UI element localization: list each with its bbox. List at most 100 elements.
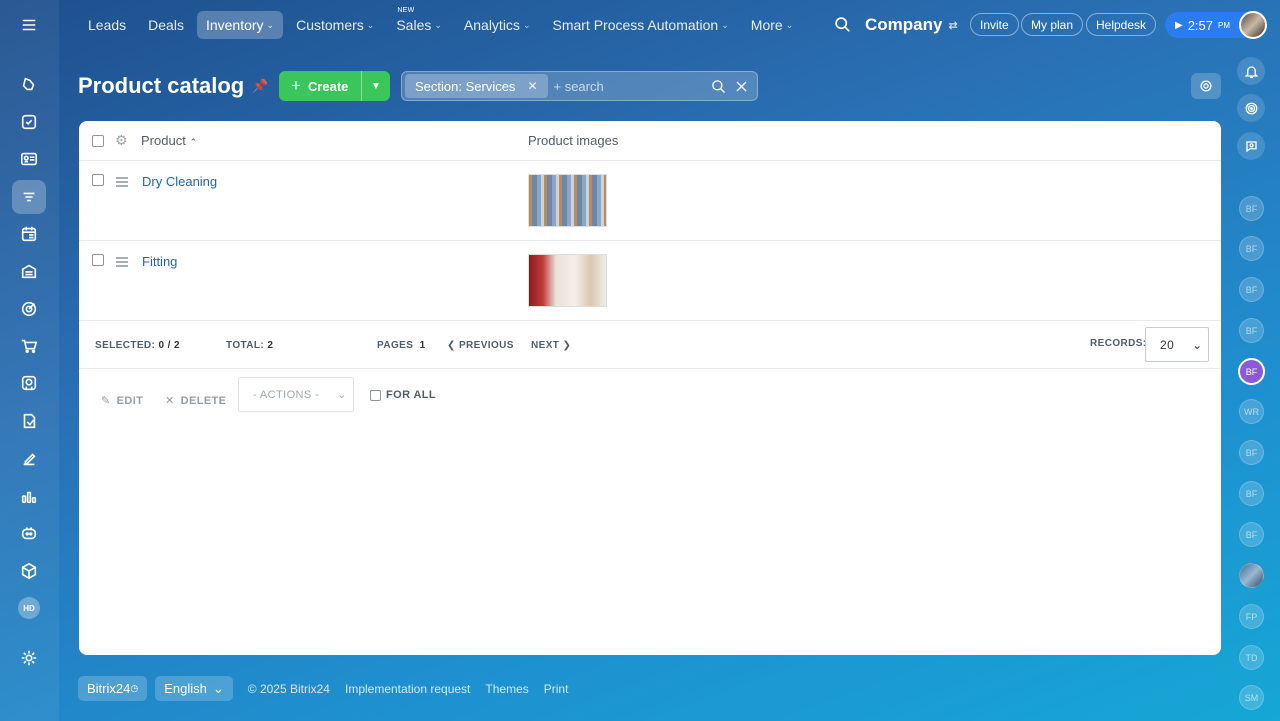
my-plan-button[interactable]: My plan [1021, 13, 1084, 36]
select-all-checkbox[interactable] [92, 135, 104, 147]
product-name-link[interactable]: Fitting [142, 254, 177, 269]
contact-avatar[interactable] [1239, 563, 1264, 588]
contact-avatar[interactable]: SM [1239, 685, 1264, 710]
actions-select[interactable]: - ACTIONS - ⌄ [238, 377, 354, 412]
tasks-icon[interactable] [12, 105, 46, 139]
box-icon[interactable] [12, 554, 46, 588]
product-grid: ⚙ Product ⌃ Product images Dry Cleaning … [79, 121, 1221, 655]
chevron-down-icon: ⌄ [522, 19, 531, 30]
current-page[interactable]: 1 [420, 340, 426, 351]
user-avatar[interactable] [1239, 11, 1267, 39]
notifications-icon[interactable] [1237, 57, 1265, 85]
chevron-down-icon: ⌄ [1192, 337, 1203, 352]
contact-avatar[interactable]: TD [1239, 645, 1264, 670]
search-icon[interactable] [834, 16, 851, 38]
documents-icon[interactable] [12, 404, 46, 438]
copilot-icon[interactable] [12, 516, 46, 550]
filter-clear-icon[interactable] [734, 79, 749, 94]
nav-item-leads[interactable]: Leads [79, 11, 135, 39]
column-settings-gear-icon[interactable]: ⚙ [115, 132, 128, 149]
themes-link[interactable]: Themes [485, 682, 528, 696]
cart-icon[interactable] [12, 329, 46, 363]
print-link[interactable]: Print [544, 682, 569, 696]
target-icon[interactable] [12, 292, 46, 326]
company-label: Company [865, 15, 943, 34]
nav-item-sales[interactable]: NEW Sales ⌄ [387, 7, 451, 39]
language-select[interactable]: English ⌄ [155, 676, 233, 701]
row-checkbox[interactable] [92, 174, 104, 186]
pin-icon[interactable]: 📌 [252, 78, 268, 94]
nav-item-customers[interactable]: Customers ⌄ [287, 11, 383, 39]
product-name-link[interactable]: Dry Cleaning [142, 174, 217, 189]
helpdesk-button[interactable]: Helpdesk [1086, 13, 1157, 36]
nav-item-deals[interactable]: Deals [139, 11, 193, 39]
page-title-text: Product catalog [78, 73, 245, 98]
inventory-icon[interactable] [12, 180, 46, 214]
next-link[interactable]: NEXT ❯ [531, 340, 571, 351]
company-name[interactable]: Company ⇄ [865, 15, 958, 35]
chevron-down-icon: ⌄ [434, 19, 442, 30]
product-image-thumbnail[interactable] [528, 254, 607, 307]
edit-button[interactable]: ✎ EDIT [101, 394, 143, 408]
contact-avatar[interactable]: BF [1239, 196, 1264, 221]
nav-item-smart-process-automation[interactable]: Smart Process Automation ⌄ [543, 11, 737, 39]
table-row[interactable]: Fitting [79, 241, 1221, 321]
bitrix24-brand-button[interactable]: Bitrix24 ◷ [78, 676, 148, 701]
create-main[interactable]: + Create [279, 76, 361, 96]
chevron-left-icon: ❮ [447, 340, 456, 351]
implementation-request-link[interactable]: Implementation request [345, 682, 470, 696]
invite-button[interactable]: Invite [970, 13, 1019, 36]
contact-avatar[interactable]: BF [1239, 236, 1264, 261]
actions-select-label: - ACTIONS - [253, 388, 320, 401]
clock-icon: ◷ [130, 683, 139, 693]
settings-icon[interactable] [12, 641, 46, 675]
create-dropdown-chevron-icon[interactable]: ▼ [361, 71, 390, 101]
chip-close-icon[interactable]: ✕ [527, 79, 537, 93]
nav-item-more[interactable]: More ⌄ [742, 11, 802, 39]
table-row[interactable]: Dry Cleaning [79, 161, 1221, 241]
drag-handle-icon[interactable] [116, 257, 128, 269]
group-actions: ✎ EDIT ✕ DELETE - ACTIONS - ⌄ FOR ALL [79, 377, 1221, 427]
contact-avatar[interactable]: WR [1239, 399, 1264, 424]
contact-avatar[interactable]: BF [1239, 522, 1264, 547]
contact-center-icon[interactable] [12, 366, 46, 400]
filter-search-box[interactable]: Section: Services ✕ + search [401, 71, 758, 101]
nav-item-inventory[interactable]: Inventory ⌄ [196, 11, 284, 39]
sign-icon[interactable] [12, 442, 46, 476]
store-icon[interactable] [12, 254, 46, 288]
for-all-toggle[interactable]: FOR ALL [370, 389, 436, 401]
search-input[interactable]: + search [554, 79, 712, 94]
nav-item-analytics[interactable]: Analytics ⌄ [455, 11, 540, 39]
analytics-icon[interactable] [12, 479, 46, 513]
calendar-icon[interactable] [12, 217, 46, 251]
grid-settings-gear-icon[interactable] [1191, 73, 1221, 99]
menu-icon[interactable] [12, 8, 46, 42]
column-images[interactable]: Product images [528, 133, 618, 148]
contact-avatar[interactable]: BF [1238, 358, 1265, 385]
previous-link[interactable]: ❮ PREVIOUS [447, 340, 514, 351]
chat-search-icon[interactable] [1237, 132, 1265, 160]
crm-icon[interactable] [12, 142, 46, 176]
page-footer: Bitrix24 ◷ English ⌄ © 2025 Bitrix24 Impl… [78, 676, 568, 701]
contact-avatar[interactable]: FP [1239, 604, 1264, 629]
contact-avatar[interactable]: BF [1239, 481, 1264, 506]
product-image-thumbnail[interactable] [528, 174, 607, 227]
contact-avatar[interactable]: BF [1239, 318, 1264, 343]
create-button[interactable]: + Create ▼ [279, 71, 390, 101]
contact-avatar[interactable]: BF [1239, 277, 1264, 302]
total-label: TOTAL: [226, 340, 265, 351]
contact-avatar[interactable]: BF [1239, 440, 1264, 465]
column-product[interactable]: Product ⌃ [141, 133, 197, 148]
for-all-checkbox[interactable] [370, 389, 381, 401]
feed-icon[interactable] [12, 67, 46, 101]
drag-handle-icon[interactable] [116, 177, 128, 189]
nav-label: Smart Process Automation [552, 17, 719, 33]
filter-chip[interactable]: Section: Services ✕ [405, 74, 548, 98]
filter-search-icon[interactable] [711, 79, 726, 94]
spiral-icon[interactable] [1237, 94, 1265, 122]
delete-button[interactable]: ✕ DELETE [165, 394, 226, 408]
top-navigation: Leads Deals Inventory ⌄ Customers ⌄ NEW Sales ⌄ A… [79, 7, 802, 39]
records-per-page-select[interactable]: 20 ⌄ [1145, 327, 1209, 362]
hd-avatar[interactable]: HD [12, 591, 46, 625]
row-checkbox[interactable] [92, 254, 104, 266]
